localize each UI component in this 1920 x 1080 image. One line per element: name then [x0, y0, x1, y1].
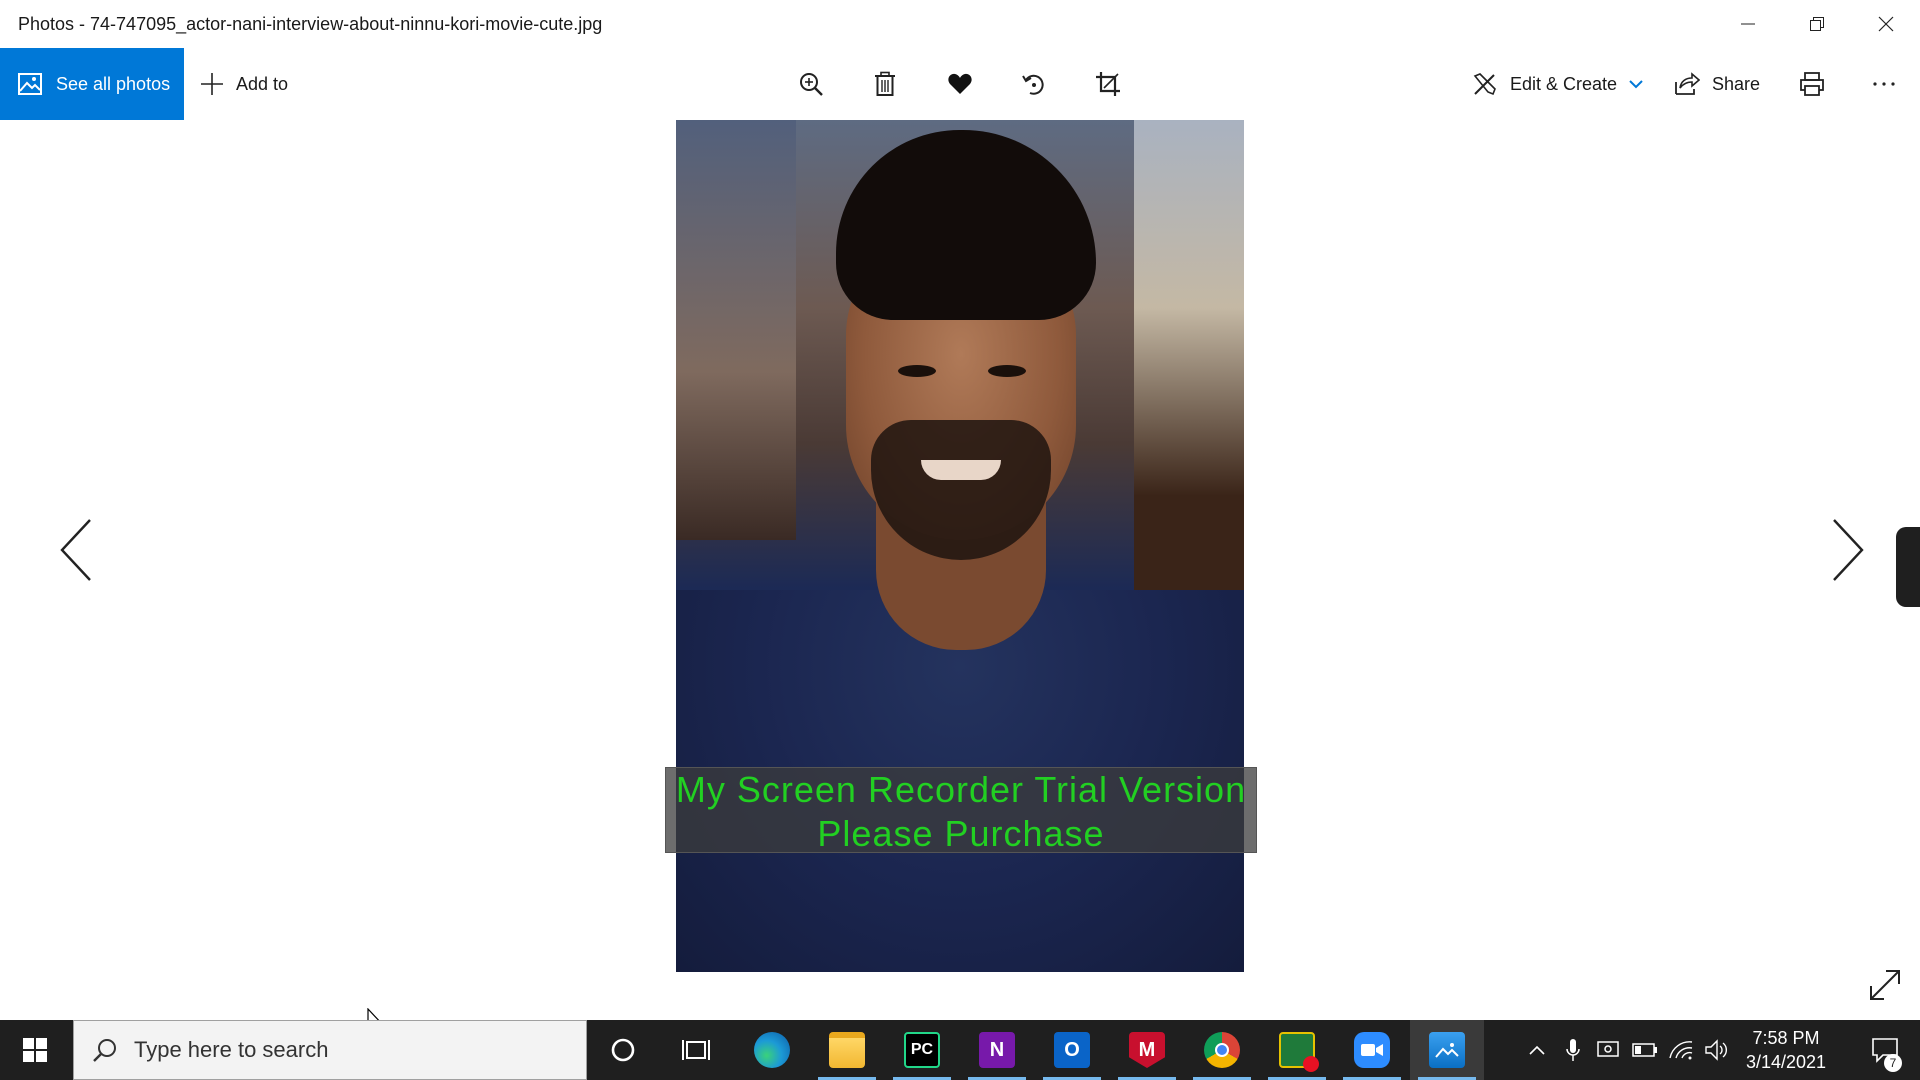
crop-icon: [1096, 72, 1120, 96]
add-to-label: Add to: [236, 73, 289, 94]
delete-button[interactable]: [867, 66, 903, 102]
minimize-icon: [1740, 23, 1755, 25]
volume-tray-button[interactable]: [1702, 1020, 1732, 1080]
title-bar: Photos - 74-747095_actor-nani-interview-…: [0, 0, 1920, 48]
search-icon: [93, 1039, 116, 1062]
photos-app-icon: [1429, 1032, 1465, 1068]
photo-gallery-icon: [18, 73, 42, 95]
window-title: Photos - 74-747095_actor-nani-interview-…: [18, 14, 603, 34]
minimize-button[interactable]: [1713, 0, 1782, 48]
chevron-up-icon: [1529, 1045, 1545, 1055]
next-photo-button[interactable]: [1828, 515, 1868, 585]
folder-icon: [829, 1032, 865, 1068]
cortana-circle-icon: [611, 1038, 635, 1062]
wifi-icon: [1669, 1041, 1693, 1060]
crop-button[interactable]: [1090, 66, 1126, 102]
plus-icon: [201, 73, 223, 95]
favorite-button[interactable]: [942, 66, 978, 102]
toolbar: See all photos Add to Edit & Create Shar…: [0, 48, 1920, 120]
taskbar-app-screen-recorder[interactable]: [1260, 1020, 1334, 1080]
previous-photo-button[interactable]: [56, 515, 96, 585]
battery-icon: [1632, 1043, 1657, 1057]
trial-watermark: My Screen Recorder Trial Version Please …: [665, 767, 1257, 854]
taskbar-app-photos[interactable]: [1410, 1020, 1484, 1080]
taskbar-app-pycharm[interactable]: PC: [885, 1020, 959, 1080]
photo-viewer: My Screen Recorder Trial Version Please …: [0, 120, 1920, 1037]
task-view-button[interactable]: [659, 1020, 733, 1080]
heart-icon: [948, 73, 972, 94]
share-label: Share: [1712, 73, 1761, 94]
cortana-button[interactable]: [586, 1020, 660, 1080]
ellipsis-icon: [1873, 82, 1895, 86]
share-icon: [1675, 72, 1700, 95]
edit-create-label: Edit & Create: [1510, 73, 1618, 94]
share-button[interactable]: Share: [1674, 48, 1760, 120]
edge-icon: [754, 1032, 790, 1068]
show-hidden-icons-button[interactable]: [1522, 1020, 1552, 1080]
task-view-icon: [682, 1040, 710, 1060]
taskbar: PC N O M: [0, 1020, 1920, 1080]
taskbar-app-file-explorer[interactable]: [810, 1020, 884, 1080]
action-center-button[interactable]: 7: [1850, 1020, 1920, 1080]
clock-time: 7:58 PM: [1752, 1028, 1820, 1048]
display-settings-icon: [1597, 1041, 1619, 1057]
watermark-line2: Please Purchase: [817, 813, 1105, 854]
clock-date: 3/14/2021: [1745, 1052, 1827, 1072]
chevron-right-icon: [1833, 519, 1864, 581]
speaker-icon: [1705, 1039, 1727, 1061]
chevron-down-icon: [1629, 80, 1643, 89]
see-all-photos-button[interactable]: See all photos: [0, 48, 184, 120]
restore-icon: [1809, 17, 1824, 31]
taskbar-clock[interactable]: 7:58 PM 3/14/2021: [1736, 1026, 1836, 1074]
screen-recorder-icon: [1279, 1032, 1319, 1072]
see-all-photos-label: See all photos: [56, 73, 171, 94]
display-tray-button[interactable]: [1594, 1020, 1624, 1080]
start-button[interactable]: [0, 1020, 70, 1080]
zoom-in-icon: [800, 73, 823, 96]
windows-logo-icon: [23, 1038, 47, 1062]
close-button[interactable]: [1851, 0, 1920, 48]
close-icon: [1878, 16, 1893, 32]
edit-create-icon: [1473, 73, 1496, 96]
watermark-line1: My Screen Recorder Trial Version: [675, 769, 1247, 810]
fullscreen-expand-icon[interactable]: [1868, 968, 1902, 1002]
taskbar-app-zoom[interactable]: [1335, 1020, 1409, 1080]
side-panel-handle[interactable]: [1896, 527, 1920, 607]
microphone-icon: [1566, 1039, 1580, 1061]
rotate-icon: [1022, 74, 1044, 95]
more-options-button[interactable]: [1866, 66, 1902, 102]
wifi-tray-button[interactable]: [1666, 1020, 1696, 1080]
edit-create-button[interactable]: Edit & Create: [1472, 48, 1643, 120]
taskbar-app-mcafee[interactable]: M: [1110, 1020, 1184, 1080]
zoom-button[interactable]: [793, 66, 829, 102]
taskbar-app-chrome[interactable]: [1185, 1020, 1259, 1080]
chevron-left-icon: [60, 519, 91, 581]
battery-tray-button[interactable]: [1630, 1020, 1660, 1080]
print-button[interactable]: [1794, 66, 1830, 102]
mcafee-shield-icon: M: [1129, 1032, 1165, 1068]
taskbar-app-onenote[interactable]: N: [960, 1020, 1034, 1080]
notification-count-badge: 7: [1884, 1054, 1902, 1072]
restore-button[interactable]: [1782, 0, 1851, 48]
zoom-video-icon: [1354, 1032, 1390, 1068]
taskbar-search-box[interactable]: [73, 1020, 587, 1080]
rotate-button[interactable]: [1016, 66, 1052, 102]
microphone-tray-button[interactable]: [1558, 1020, 1588, 1080]
printer-icon: [1800, 72, 1824, 96]
trash-icon: [875, 71, 895, 96]
taskbar-app-outlook[interactable]: O: [1035, 1020, 1109, 1080]
pycharm-icon: PC: [904, 1032, 940, 1068]
chrome-icon: [1204, 1032, 1240, 1068]
outlook-icon: O: [1054, 1032, 1090, 1068]
onenote-icon: N: [979, 1032, 1015, 1068]
search-input[interactable]: [134, 1037, 554, 1063]
taskbar-app-edge[interactable]: [735, 1020, 809, 1080]
add-to-button[interactable]: Add to: [200, 48, 288, 120]
